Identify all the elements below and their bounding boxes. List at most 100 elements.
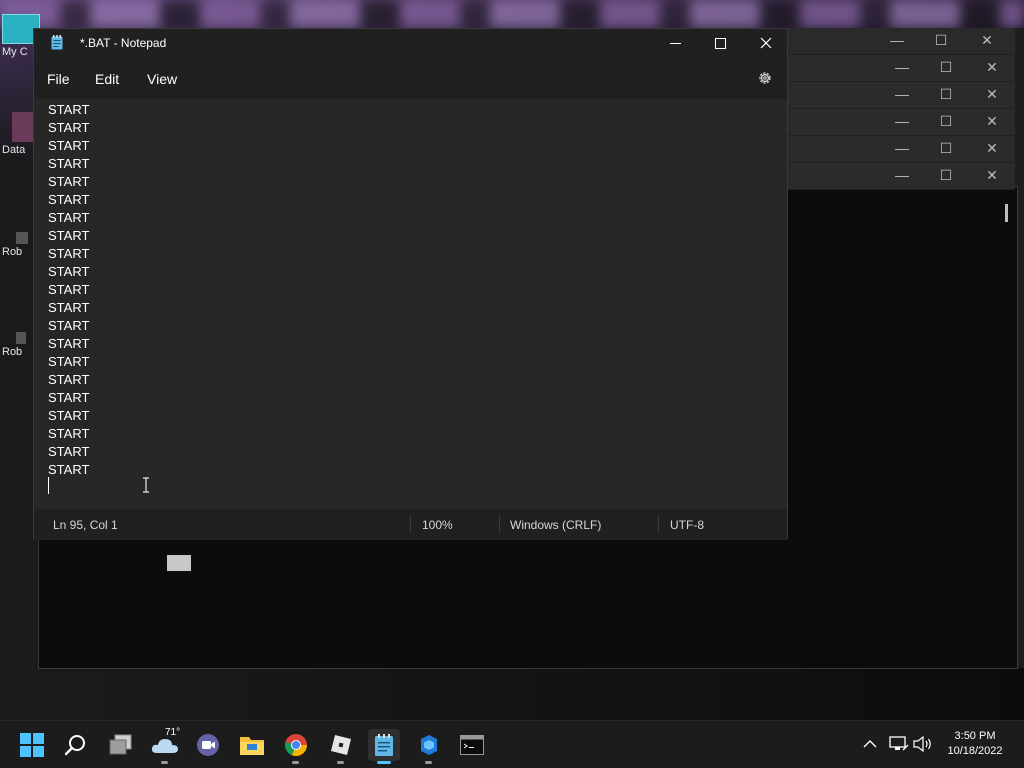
close-icon[interactable]: ✕ <box>982 113 1002 130</box>
menu-edit[interactable]: Edit <box>95 71 119 87</box>
roblox-icon <box>16 232 28 244</box>
status-divider <box>658 515 659 533</box>
maximize-icon[interactable]: ☐ <box>936 140 956 157</box>
clock-date: 10/18/2022 <box>947 745 1003 757</box>
search-button[interactable] <box>60 729 92 761</box>
minimize-icon[interactable]: — <box>887 32 907 48</box>
desktop-icon-label: Data <box>2 144 26 156</box>
editor-line: START <box>48 192 90 207</box>
minimize-icon[interactable]: — <box>892 113 912 129</box>
editor-line: START <box>48 210 90 225</box>
terminal-cursor-block <box>167 555 191 571</box>
background-window-stack: — ☐ ✕ — ☐ ✕ — ☐ ✕ — ☐ ✕ — ☐ ✕ — ☐ ✕ <box>785 28 1015 190</box>
editor-line: START <box>48 120 90 135</box>
close-icon[interactable]: ✕ <box>982 59 1002 76</box>
wallpaper-band <box>0 0 1024 28</box>
background-window-titlebar[interactable]: — ☐ ✕ <box>785 136 1015 163</box>
windows-logo-icon <box>20 733 44 757</box>
close-icon[interactable]: ✕ <box>982 140 1002 157</box>
search-icon <box>65 735 85 756</box>
editor-line: START <box>48 336 90 351</box>
menu-view[interactable]: View <box>147 71 177 87</box>
maximize-icon[interactable]: ☐ <box>936 113 956 130</box>
zoom-level: 100% <box>422 518 453 532</box>
terminal-scrollbar-thumb[interactable] <box>1005 204 1008 222</box>
notepad-icon <box>51 35 63 50</box>
start-button[interactable] <box>16 729 48 761</box>
status-bar: Ln 95, Col 1 100% Windows (CRLF) UTF-8 <box>34 509 787 540</box>
editor-line: START <box>48 318 90 333</box>
background-window-titlebar[interactable]: — ☐ ✕ <box>785 82 1015 109</box>
ibeam-cursor-icon <box>143 477 149 493</box>
taskbar-running-indicator <box>425 761 432 764</box>
maximize-button[interactable] <box>697 29 743 57</box>
teams-chat-button[interactable] <box>192 729 224 761</box>
desktop-icon-label: Rob <box>2 246 23 258</box>
maximize-icon[interactable]: ☐ <box>936 86 956 103</box>
maximize-icon <box>714 37 726 49</box>
network-icon[interactable] <box>889 736 909 752</box>
editor-line: START <box>48 444 90 459</box>
folder-icon <box>240 737 264 755</box>
taskbar-active-indicator <box>377 761 391 764</box>
editor-line: START <box>48 408 90 423</box>
maximize-icon[interactable]: ☐ <box>931 32 951 49</box>
volume-icon[interactable] <box>913 736 933 752</box>
app-icon <box>12 112 34 142</box>
status-divider <box>499 515 500 533</box>
notepad-window[interactable]: *.BAT - Notepad File Edit View START STAR… <box>33 28 788 540</box>
minimize-icon[interactable]: — <box>892 140 912 156</box>
close-button[interactable] <box>743 29 789 57</box>
chrome-button[interactable] <box>280 729 312 764</box>
taskbar-running-indicator <box>337 761 344 764</box>
cloud-icon <box>151 739 178 753</box>
chevron-up-icon[interactable] <box>863 739 877 749</box>
minimize-icon <box>669 42 681 44</box>
desktop-icon-label: My C <box>2 46 28 58</box>
editor-line: START <box>48 300 90 315</box>
menu-file[interactable]: File <box>47 71 70 87</box>
text-editor[interactable]: START START START START START START START START… <box>34 99 787 509</box>
task-view-button[interactable] <box>105 729 137 761</box>
weather-temperature: 71° <box>165 727 181 738</box>
roblox-button[interactable] <box>325 729 357 764</box>
editor-line: START <box>48 228 90 243</box>
roblox-studio-icon <box>16 332 26 344</box>
notepad-titlebar[interactable]: *.BAT - Notepad <box>34 29 787 57</box>
background-window-titlebar[interactable]: — ☐ ✕ <box>785 28 1015 55</box>
video-chat-icon <box>197 734 219 756</box>
minimize-icon[interactable]: — <box>892 167 912 183</box>
editor-line: START <box>48 390 90 405</box>
background-window-titlebar[interactable]: — ☐ ✕ <box>785 55 1015 82</box>
minimize-icon[interactable]: — <box>892 86 912 102</box>
terminal-button[interactable] <box>456 729 488 761</box>
notepad-taskbar-button[interactable] <box>368 729 400 764</box>
editor-line: START <box>48 354 90 369</box>
file-explorer-button[interactable] <box>236 729 268 761</box>
close-icon[interactable]: ✕ <box>982 86 1002 103</box>
close-icon[interactable]: ✕ <box>982 167 1002 184</box>
maximize-icon[interactable]: ☐ <box>936 59 956 76</box>
system-clock[interactable]: 3:50 PM 10/18/2022 <box>940 729 1010 759</box>
maximize-icon[interactable]: ☐ <box>936 167 956 184</box>
taskbar-running-indicator <box>161 761 168 764</box>
window-title: *.BAT - Notepad <box>80 36 167 50</box>
close-icon <box>760 37 772 49</box>
editor-line: START <box>48 264 90 279</box>
editor-line: START <box>48 462 90 477</box>
taskbar <box>0 720 1024 768</box>
line-ending: Windows (CRLF) <box>510 518 602 532</box>
status-divider <box>410 515 411 533</box>
task-view-icon <box>109 734 132 755</box>
minimize-icon[interactable]: — <box>892 59 912 75</box>
gear-icon[interactable] <box>757 70 773 86</box>
minimize-button[interactable] <box>652 29 698 57</box>
editor-line: START <box>48 246 90 261</box>
roblox-studio-button[interactable] <box>413 729 445 764</box>
close-icon[interactable]: ✕ <box>977 32 997 49</box>
encoding: UTF-8 <box>670 518 704 532</box>
menu-bar: File Edit View <box>34 57 787 99</box>
taskbar-running-indicator <box>292 761 299 764</box>
background-window-titlebar[interactable]: — ☐ ✕ <box>785 109 1015 136</box>
background-window-titlebar[interactable]: — ☐ ✕ <box>785 163 1015 190</box>
